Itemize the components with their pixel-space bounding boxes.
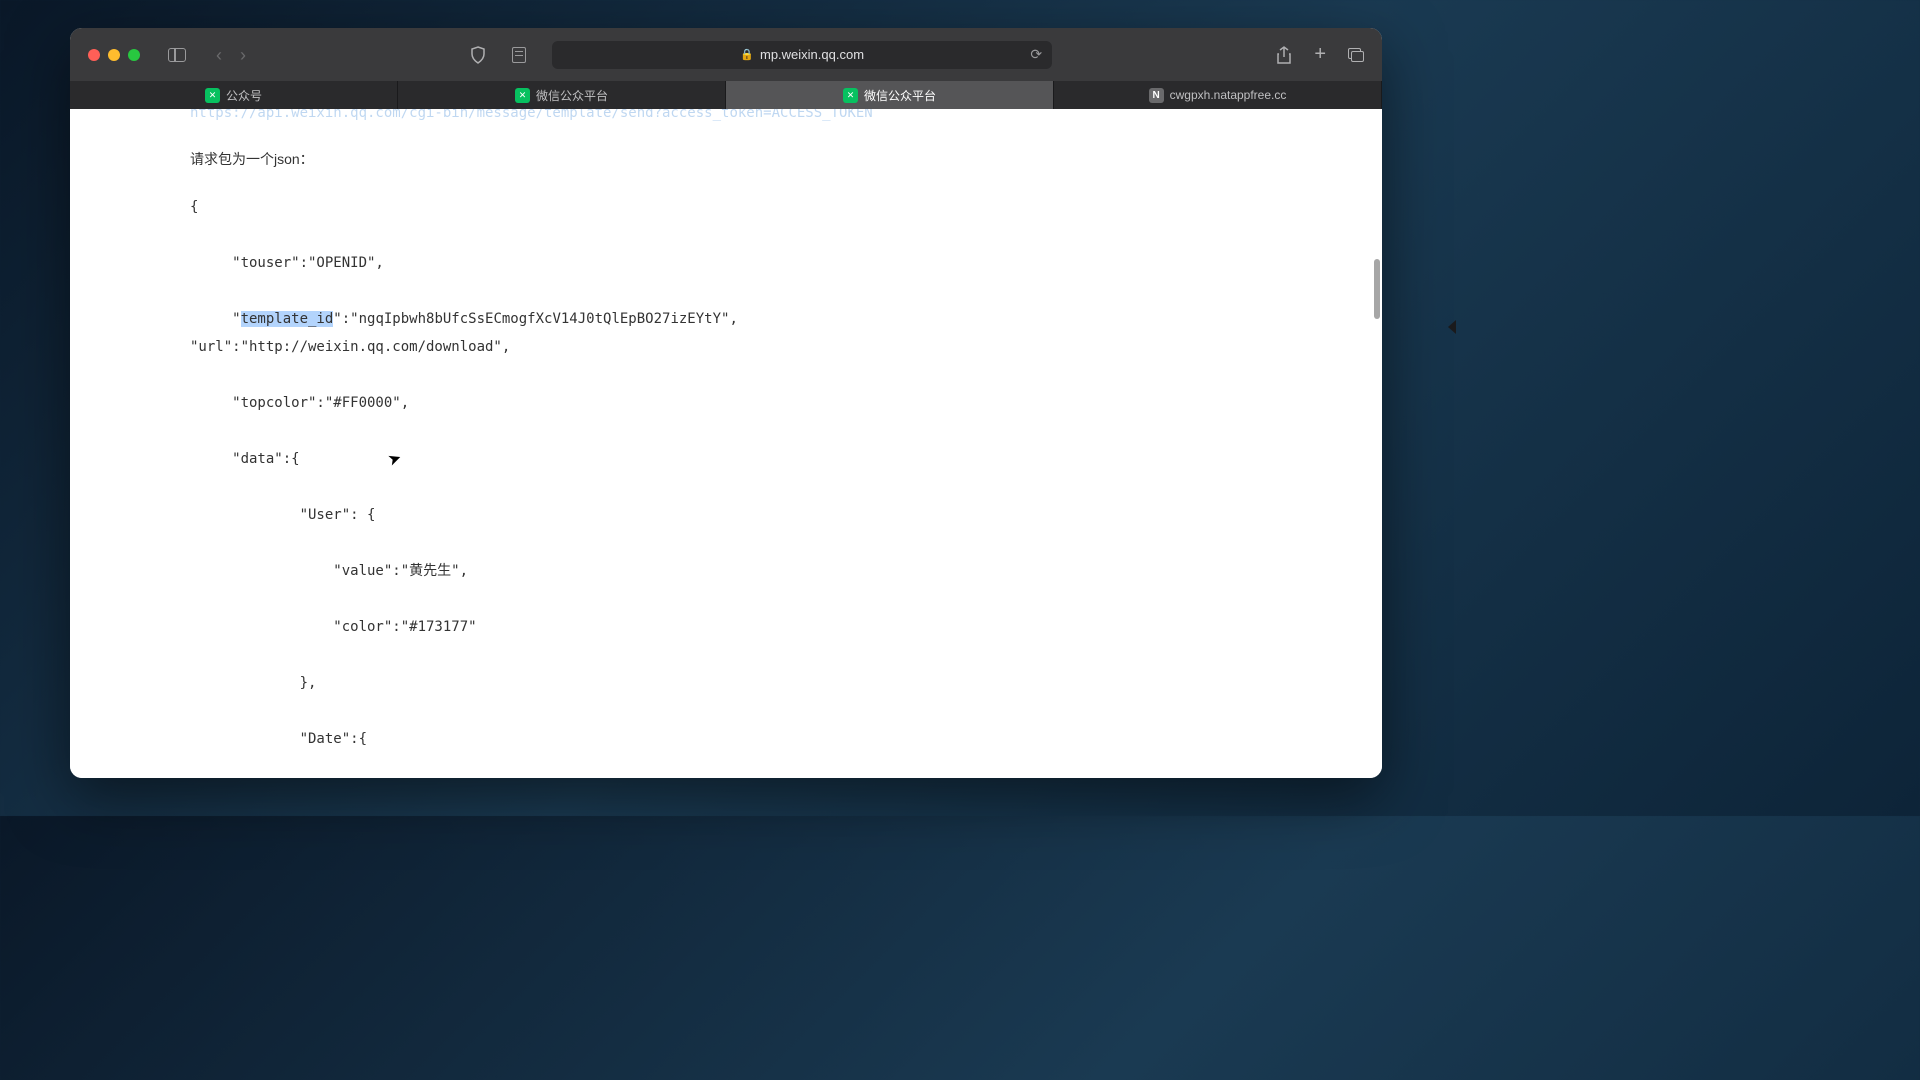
- forward-button[interactable]: ›: [240, 46, 246, 64]
- reader-mode-icon[interactable]: [512, 47, 526, 63]
- tab-label: cwgpxh.natappfree.cc: [1170, 88, 1287, 102]
- code-line-prefix: ": [190, 311, 241, 327]
- close-window-button[interactable]: [88, 49, 100, 61]
- tab-label: 公众号: [226, 87, 262, 104]
- minimize-window-button[interactable]: [108, 49, 120, 61]
- tab-label: 微信公众平台: [864, 87, 936, 104]
- window-controls: [88, 49, 140, 61]
- request-description: 请求包为一个json：: [190, 149, 1302, 169]
- code-line: "User": {: [190, 507, 375, 523]
- tab-label: 微信公众平台: [536, 87, 608, 104]
- code-line: "data":{: [190, 451, 300, 467]
- code-line: "url":"http://weixin.qq.com/download",: [190, 339, 510, 355]
- tab-weixin-platform-2[interactable]: ✕ 微信公众平台: [726, 81, 1054, 109]
- back-button[interactable]: ‹: [216, 46, 222, 64]
- api-url-link[interactable]: https://api.weixin.qq.com/cgi-bin/messag…: [190, 109, 1302, 121]
- tab-natapp[interactable]: N cwgpxh.natappfree.cc: [1054, 81, 1382, 109]
- wechat-favicon-icon: ✕: [515, 88, 530, 103]
- scrollbar-thumb[interactable]: [1374, 259, 1380, 319]
- selected-text: template_id: [241, 311, 334, 327]
- maximize-window-button[interactable]: [128, 49, 140, 61]
- tab-gongzhonghao[interactable]: ✕ 公众号: [70, 81, 398, 109]
- code-line: "value":"黄先生",: [190, 563, 468, 579]
- reload-icon[interactable]: ⟳: [1030, 46, 1042, 63]
- titlebar: ‹ › 🔒 mp.weixin.qq.com ⟳ +: [70, 28, 1382, 81]
- wechat-favicon-icon: ✕: [843, 88, 858, 103]
- tab-strip: ✕ 公众号 ✕ 微信公众平台 ✕ 微信公众平台 N cwgpxh.natappf…: [70, 81, 1382, 109]
- tab-weixin-platform-1[interactable]: ✕ 微信公众平台: [398, 81, 726, 109]
- privacy-shield-icon[interactable]: [470, 46, 486, 64]
- json-code-block: { "touser":"OPENID", "template_id":"ngqI…: [190, 193, 1302, 778]
- tab-overview-icon[interactable]: [1348, 48, 1364, 62]
- code-line: },: [190, 675, 316, 691]
- new-tab-icon[interactable]: +: [1314, 43, 1326, 66]
- code-line: "topcolor":"#FF0000",: [190, 395, 409, 411]
- share-icon[interactable]: [1276, 46, 1292, 64]
- address-text: mp.weixin.qq.com: [760, 47, 864, 62]
- page-content[interactable]: https://api.weixin.qq.com/cgi-bin/messag…: [70, 109, 1382, 778]
- code-line: {: [190, 199, 198, 215]
- code-line-suffix: ":"ngqIpbwh8bUfcSsECmogfXcV14J0tQlEpBO27…: [333, 311, 738, 327]
- code-line: "color":"#173177": [190, 619, 477, 635]
- toolbar-right: +: [1276, 43, 1364, 66]
- desktop-edge-decoration: [1448, 320, 1456, 334]
- natapp-favicon-icon: N: [1149, 88, 1164, 103]
- browser-window: ‹ › 🔒 mp.weixin.qq.com ⟳ + ✕ 公众号 ✕: [70, 28, 1382, 778]
- address-bar[interactable]: 🔒 mp.weixin.qq.com ⟳: [552, 41, 1052, 69]
- lock-icon: 🔒: [740, 48, 754, 61]
- code-line: "touser":"OPENID",: [190, 255, 384, 271]
- code-line: "Date":{: [190, 731, 367, 747]
- nav-arrows: ‹ ›: [216, 46, 246, 64]
- wechat-favicon-icon: ✕: [205, 88, 220, 103]
- sidebar-toggle-icon[interactable]: [168, 48, 186, 62]
